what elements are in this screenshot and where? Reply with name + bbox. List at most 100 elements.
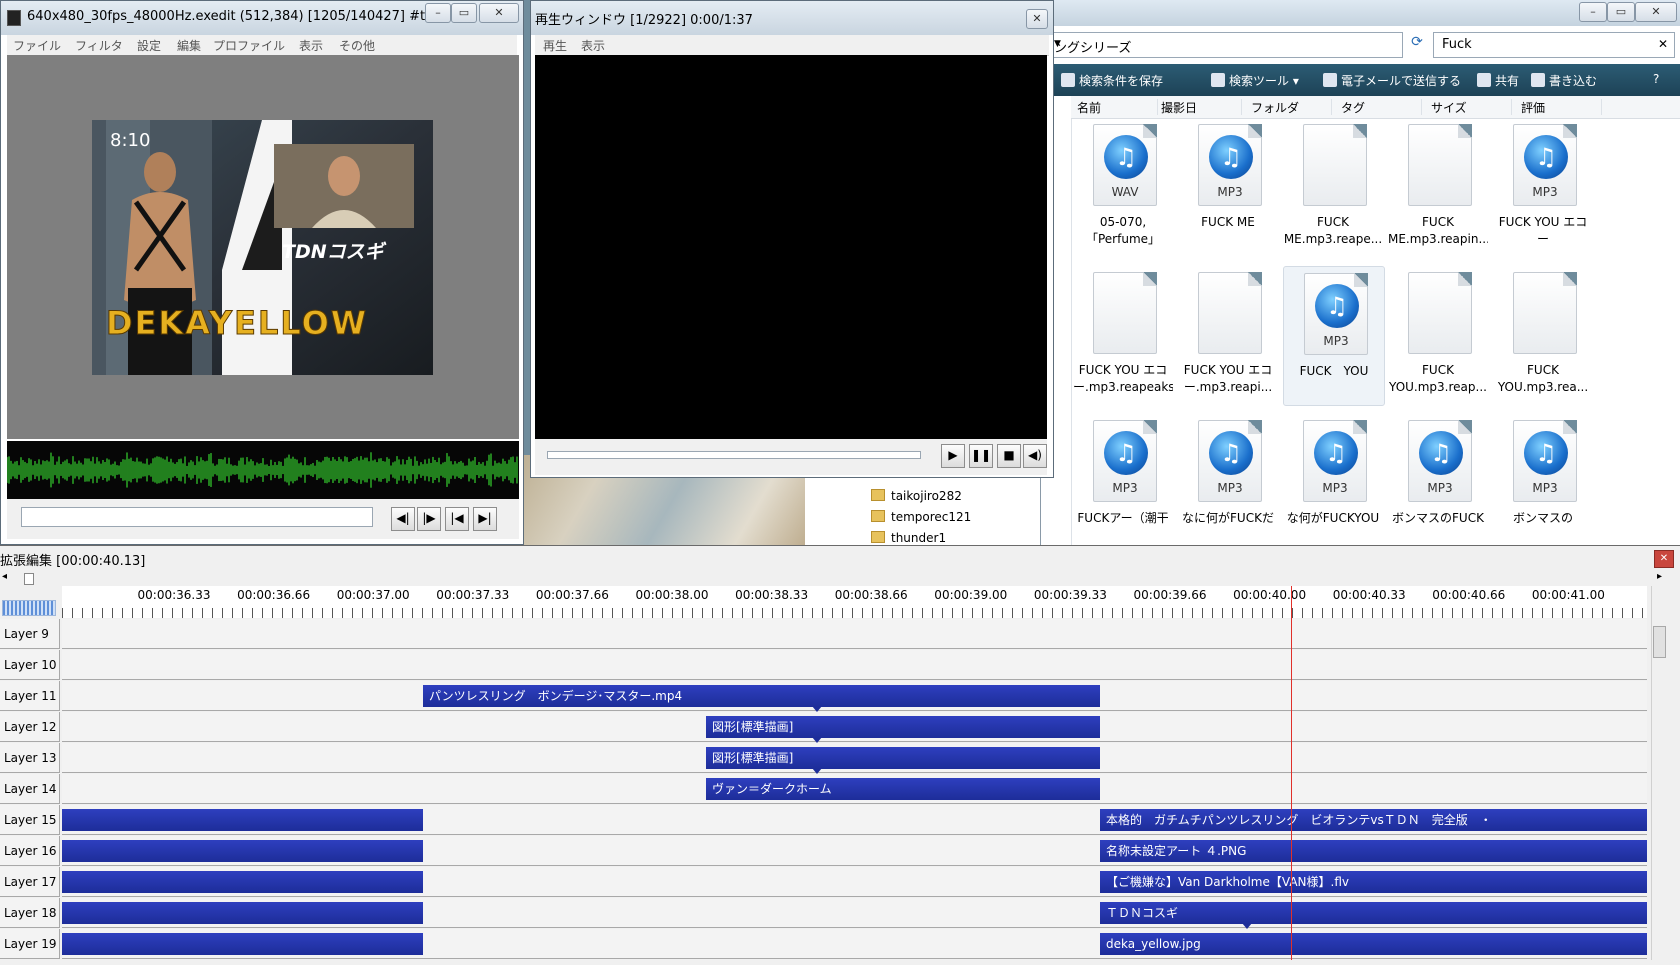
timeline-clip[interactable] <box>62 871 423 893</box>
file-item[interactable]: ♫ MP3 な何がFUCKYOU <box>1283 414 1383 552</box>
close-button[interactable]: ✕ <box>479 3 519 23</box>
layer-label[interactable]: Layer 16 <box>0 836 60 866</box>
next-frame-button[interactable]: |▶ <box>417 507 441 531</box>
file-item[interactable]: ♫ MP3 FUCK ME <box>1178 118 1278 256</box>
file-item[interactable]: FUCK YOU.mp3.reap... <box>1388 266 1488 404</box>
address-bar[interactable]: ングシリーズ ▼ <box>1041 32 1403 58</box>
timeline-clip[interactable]: 図形[標準描画] <box>706 747 1100 769</box>
layer-track[interactable] <box>62 650 1647 680</box>
column-tag[interactable]: タグ <box>1335 99 1422 115</box>
share-button[interactable]: 共有 <box>1477 72 1519 89</box>
menu-filter[interactable]: フィルタ <box>75 37 123 54</box>
scroll-thumb[interactable] <box>24 573 34 585</box>
maximize-button[interactable]: ▭ <box>451 3 477 23</box>
email-button[interactable]: 電子メールで送信する <box>1323 72 1461 89</box>
layer-label[interactable]: Layer 10 <box>0 650 60 680</box>
close-button[interactable]: ✕ <box>1654 550 1674 568</box>
timeline-clip[interactable]: ＴＤＮコスギ <box>1100 902 1647 924</box>
folder-item[interactable]: thunder1 <box>871 531 946 545</box>
timeline-clip[interactable]: パンツレスリング ボンデージ･マスター.mp4 <box>423 685 1100 707</box>
close-button[interactable]: ✕ <box>1026 9 1048 29</box>
timeline-clip[interactable] <box>62 840 423 862</box>
timeline-clip[interactable] <box>62 933 423 955</box>
minimize-button[interactable]: – <box>425 3 451 23</box>
menu-edit[interactable]: 編集 <box>177 37 201 54</box>
file-item[interactable]: FUCK ME.mp3.reapin... <box>1388 118 1488 256</box>
layer-track[interactable]: 図形[標準描画] <box>62 743 1647 774</box>
layer-label[interactable]: Layer 11 <box>0 681 60 711</box>
close-button[interactable]: ✕ <box>1635 2 1677 22</box>
play-seek-slider[interactable] <box>547 451 921 459</box>
layer-track[interactable]: 図形[標準描画] <box>62 712 1647 743</box>
pause-button[interactable]: ❚❚ <box>969 444 993 468</box>
column-rating[interactable]: 評価 <box>1515 99 1602 115</box>
layer-label[interactable]: Layer 13 <box>0 743 60 773</box>
layer-track[interactable]: deka_yellow.jpg <box>62 929 1647 959</box>
volume-icon[interactable]: ◀) <box>1023 444 1047 468</box>
folder-item[interactable]: taikojiro282 <box>871 489 962 503</box>
scroll-thumb[interactable] <box>1653 626 1666 658</box>
help-icon[interactable]: ? <box>1653 72 1659 86</box>
scroll-right-icon[interactable]: ▸ <box>1657 571 1662 582</box>
layer-label[interactable]: Layer 15 <box>0 805 60 835</box>
refresh-icon[interactable]: ⟳ <box>1407 34 1427 54</box>
file-item[interactable]: ♫ MP3 ボンマスの <box>1493 414 1593 552</box>
minimize-button[interactable]: – <box>1579 2 1607 22</box>
file-item[interactable]: ♫ MP3 ボンマスのFUCK <box>1388 414 1488 552</box>
stop-button[interactable]: ■ <box>997 444 1021 468</box>
clear-search-icon[interactable]: ✕ <box>1658 37 1668 51</box>
menu-view[interactable]: 表示 <box>299 37 323 54</box>
menu-view[interactable]: 表示 <box>581 37 605 54</box>
column-folder[interactable]: フォルダ <box>1245 99 1332 115</box>
file-item[interactable]: ♫ MP3 FUCK YOU エコー <box>1493 118 1593 256</box>
timeline-clip[interactable]: 図形[標準描画] <box>706 716 1100 738</box>
search-input[interactable]: Fuck ✕ <box>1433 32 1675 58</box>
column-date[interactable]: 撮影日 <box>1155 99 1242 115</box>
chevron-down-icon[interactable]: ▼ <box>1054 39 1398 49</box>
go-end-button[interactable]: ▶| <box>473 507 497 531</box>
timeline-clip[interactable]: 名称未設定アート ４.PNG <box>1100 840 1647 862</box>
go-start-button[interactable]: |◀ <box>445 507 469 531</box>
column-name[interactable]: 名前 <box>1071 99 1158 115</box>
file-item[interactable]: ♫ MP3 FUCK YOU <box>1283 266 1385 406</box>
file-item[interactable]: FUCK YOU エコー.mp3.reapeaks <box>1073 266 1173 404</box>
time-ruler[interactable]: 00:00:36.33 00:00:36.66 00:00:37.00 00:00:3… <box>62 586 1647 618</box>
prev-frame-button[interactable]: ◀| <box>391 507 415 531</box>
zoom-slider[interactable] <box>2 600 56 616</box>
search-tools-button[interactable]: 検索ツール ▾ <box>1211 72 1299 89</box>
timeline-clip[interactable]: ヴァン＝ダークホーム <box>706 778 1100 800</box>
menu-settings[interactable]: 設定 <box>137 37 161 54</box>
file-item[interactable]: ♫ WAV 05-070,「Perfume」[Fu... <box>1073 118 1173 256</box>
horizontal-scrollbar[interactable]: ◂ ▸ <box>0 571 1662 585</box>
play-button[interactable]: ▶ <box>941 444 965 468</box>
layer-track[interactable]: ＴＤＮコスギ <box>62 898 1647 929</box>
menu-other[interactable]: その他 <box>339 37 375 54</box>
folder-item[interactable]: temporec121 <box>871 510 971 524</box>
layer-track[interactable]: ヴァン＝ダークホーム <box>62 774 1647 804</box>
layer-track[interactable]: パンツレスリング ボンデージ･マスター.mp4 <box>62 681 1647 712</box>
vertical-scrollbar[interactable] <box>1651 586 1666 960</box>
file-item[interactable]: FUCK YOU.mp3.rea... <box>1493 266 1593 404</box>
layer-label[interactable]: Layer 17 <box>0 867 60 897</box>
file-item[interactable]: FUCK YOU エコー.mp3.reapi... <box>1178 266 1278 404</box>
column-size[interactable]: サイズ <box>1425 99 1512 115</box>
layer-track[interactable]: 【ご機嫌な】Van Darkholme【VAN様】.flv <box>62 867 1647 897</box>
menu-file[interactable]: ファイル <box>13 37 61 54</box>
timeline-clip[interactable] <box>62 902 423 924</box>
playhead-cursor[interactable] <box>1291 586 1292 960</box>
timeline-clip[interactable]: 【ご機嫌な】Van Darkholme【VAN様】.flv <box>1100 871 1647 893</box>
burn-button[interactable]: 書き込む <box>1531 72 1597 89</box>
file-item[interactable]: FUCK ME.mp3.reape... <box>1283 118 1383 256</box>
layer-label[interactable]: Layer 18 <box>0 898 60 928</box>
file-item[interactable]: ♫ MP3 なに何がFUCKだ <box>1178 414 1278 552</box>
menu-profile[interactable]: プロファイル <box>213 37 285 54</box>
layer-track[interactable]: 名称未設定アート ４.PNG <box>62 836 1647 866</box>
layer-label[interactable]: Layer 14 <box>0 774 60 804</box>
file-item[interactable]: ♫ MP3 FUCKアー（潮干 <box>1073 414 1173 552</box>
layer-track[interactable]: 本格的 ガチムチパンツレスリング ビオランテvsＴＤＮ 完全版 ・ <box>62 805 1647 835</box>
timeline-clip[interactable] <box>62 809 423 831</box>
maximize-button[interactable]: ▭ <box>1607 2 1635 22</box>
seek-slider[interactable] <box>21 507 373 527</box>
timeline-clip[interactable]: 本格的 ガチムチパンツレスリング ビオランテvsＴＤＮ 完全版 ・ <box>1100 809 1647 831</box>
scroll-left-icon[interactable]: ◂ <box>2 571 7 582</box>
